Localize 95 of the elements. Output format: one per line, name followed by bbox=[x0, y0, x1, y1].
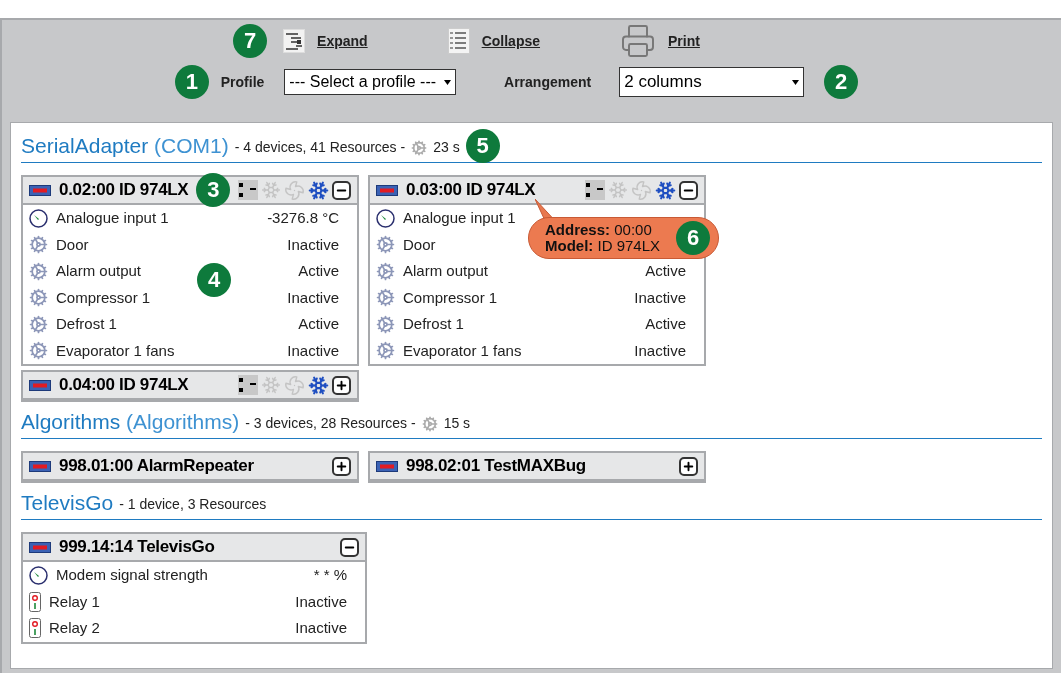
profile-select[interactable]: --- Select a profile --- bbox=[284, 69, 457, 95]
tooltip-address: Address: 00:00 bbox=[545, 222, 653, 238]
resource-value: Active bbox=[645, 261, 687, 281]
group-title[interactable]: Algorithms (Algorithms) bbox=[21, 405, 240, 438]
resource-value: Active bbox=[298, 314, 340, 334]
resource-value: Inactive bbox=[287, 340, 340, 361]
plus-icon bbox=[335, 459, 348, 473]
resource-name: Evaporator 1 fans bbox=[56, 340, 175, 361]
poll-interval: 23 s bbox=[433, 138, 460, 157]
group-summary: - 3 devices, 28 Resources - bbox=[245, 414, 416, 433]
device-title: 998.02:01 TestMAXBug bbox=[406, 455, 586, 478]
device-title: 0.02:00 ID 974LX bbox=[59, 179, 189, 202]
resource-value: Active bbox=[298, 261, 340, 281]
numbered-callout: 4 bbox=[197, 263, 231, 297]
resource-name: Compressor 1 bbox=[403, 287, 498, 308]
group-title[interactable]: TelevisGo bbox=[21, 486, 114, 519]
resource-name: Alarm output bbox=[403, 261, 489, 281]
device-icon bbox=[29, 541, 51, 553]
resource-name: Alarm output bbox=[56, 261, 142, 281]
collapse-button[interactable] bbox=[679, 180, 698, 200]
resource-name: Defrost 1 bbox=[403, 314, 464, 334]
resource-value: Inactive bbox=[634, 340, 687, 361]
toolbar-link[interactable]: Print bbox=[668, 30, 700, 52]
collapse-button[interactable] bbox=[332, 180, 352, 200]
group-summary: - 1 device, 3 Resources bbox=[119, 495, 267, 514]
resource-value: Inactive bbox=[295, 618, 348, 638]
resource-value: -3276.8 °C bbox=[267, 208, 340, 228]
resource-value: Inactive bbox=[287, 234, 340, 255]
resource-value: Inactive bbox=[634, 287, 687, 308]
group-title[interactable]: SerialAdapter (COM1) bbox=[21, 129, 229, 162]
group-summary: - 4 devices, 41 Resources - bbox=[234, 138, 406, 157]
gear-icon bbox=[376, 261, 395, 281]
device-icon bbox=[376, 460, 398, 472]
printer-icon[interactable] bbox=[620, 23, 656, 59]
gear-icon bbox=[29, 261, 48, 281]
device-title: 0.03:00 ID 974LX bbox=[406, 179, 536, 202]
resource-name: Analogue input 1 bbox=[403, 208, 516, 228]
resource-value: * * % bbox=[313, 565, 348, 585]
gauge-icon bbox=[29, 208, 48, 228]
resource-name: Compressor 1 bbox=[56, 287, 151, 308]
gauge-icon bbox=[376, 208, 395, 228]
device-title: 999.14:14 TelevisGo bbox=[59, 536, 215, 559]
resource-name: Evaporator 1 fans bbox=[403, 340, 522, 361]
poll-interval: 15 s bbox=[443, 414, 471, 433]
arrangement-label: Arrangement bbox=[504, 72, 592, 92]
numbered-callout: 5 bbox=[465, 128, 500, 163]
gear-icon bbox=[29, 288, 48, 308]
dropdown-caret-icon bbox=[792, 79, 800, 85]
device-icon bbox=[376, 184, 398, 196]
device-title: 998.01:00 AlarmRepeater bbox=[59, 455, 254, 478]
device-icon bbox=[29, 460, 51, 472]
gear-icon bbox=[411, 139, 428, 156]
device-icon bbox=[29, 379, 51, 391]
arrangement-select[interactable]: 2 columns bbox=[619, 67, 805, 97]
gear-icon bbox=[376, 288, 395, 308]
toolbar-link[interactable]: Collapse bbox=[481, 30, 540, 52]
plus-icon bbox=[335, 378, 348, 392]
resource-value: Inactive bbox=[295, 591, 348, 612]
device-title: 0.04:00 ID 974LX bbox=[59, 374, 189, 397]
resource-name: Relay 2 bbox=[49, 618, 100, 638]
gear-icon bbox=[29, 235, 48, 255]
expand-button[interactable] bbox=[332, 456, 351, 476]
numbered-callout: 7 bbox=[233, 24, 268, 58]
expand-button[interactable] bbox=[679, 456, 698, 476]
numbered-callout: 3 bbox=[196, 173, 231, 207]
gear-icon bbox=[376, 314, 395, 334]
plus-icon bbox=[682, 459, 695, 473]
tooltip-model: Model: ID 974LX bbox=[545, 238, 661, 254]
collapse-button[interactable] bbox=[340, 537, 359, 557]
gear-icon bbox=[421, 415, 438, 432]
resource-name: Relay 1 bbox=[49, 591, 100, 612]
list-icon[interactable] bbox=[447, 28, 470, 54]
toolbar-link[interactable]: Expand bbox=[317, 30, 368, 52]
dropdown-caret-icon bbox=[444, 79, 452, 85]
resource-value: Inactive bbox=[287, 287, 340, 308]
resource-name: Analogue input 1 bbox=[56, 208, 169, 228]
gear-icon bbox=[376, 341, 395, 361]
resource-name: Defrost 1 bbox=[56, 314, 117, 334]
relay-icon bbox=[29, 618, 41, 639]
gauge-icon bbox=[29, 565, 48, 585]
expand-button[interactable] bbox=[332, 375, 351, 395]
relay-icon bbox=[29, 591, 41, 612]
resource-name: Modem signal strength bbox=[56, 565, 208, 585]
resource-value: Active bbox=[645, 314, 687, 334]
gear-icon bbox=[29, 314, 48, 334]
tree-list-icon[interactable] bbox=[283, 29, 306, 53]
device-icon bbox=[29, 184, 51, 196]
numbered-callout: 2 bbox=[824, 65, 859, 99]
numbered-callout: 1 bbox=[174, 65, 209, 99]
resource-name: Door bbox=[403, 234, 436, 255]
numbered-callout: 6 bbox=[676, 221, 711, 255]
resource-name: Door bbox=[56, 234, 89, 255]
gear-icon bbox=[376, 235, 395, 255]
gear-icon bbox=[29, 341, 48, 361]
profile-label: Profile bbox=[220, 72, 265, 92]
